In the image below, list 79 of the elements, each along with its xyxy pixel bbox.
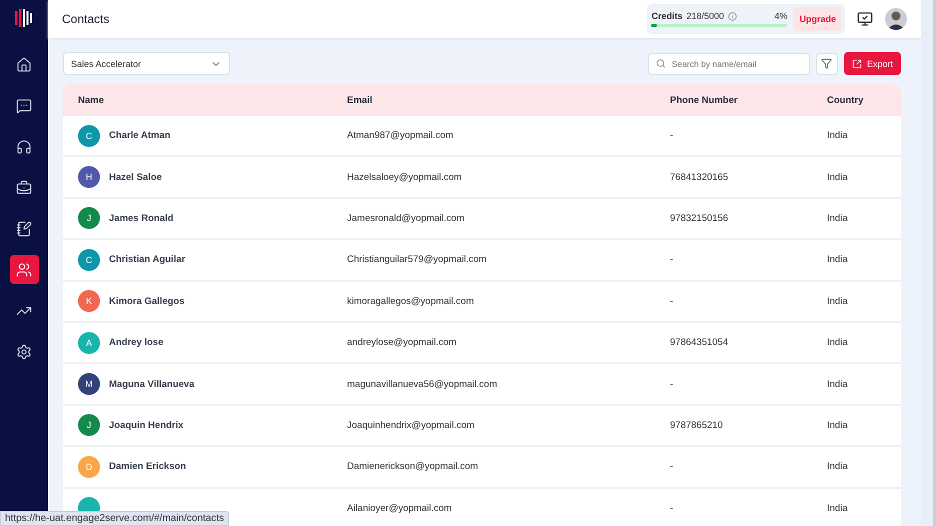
contact-row[interactable]: M Maguna Villanueva magunavillanueva56@yopmail.com - India [63,364,901,406]
email-cell-text: kimoragallegos@yopmail.com [347,296,475,307]
email-cell-text: Hazelsaloey@yopmail.com [347,172,463,183]
page-title: Contacts [62,12,110,26]
email-cell-text: andreylose@yopmail.com [347,337,458,348]
country-cell-text: India [827,420,849,431]
credits-count: 218/5000 [686,11,724,21]
contact-name: Andrey lose [109,337,164,348]
contact-row[interactable]: C Christian Aguilar Christianguilar579@yopmail.com - India [63,240,901,282]
country-cell-text: India [827,212,849,224]
contact-row[interactable]: D Damien Erickson Damienerickson@yopmail.com - India [63,447,901,489]
country-cell-text: India [827,130,849,142]
export-button[interactable]: Export [844,52,901,75]
search-field[interactable]: Search by name/email [648,52,810,74]
phone-cell-text: 76841320165 [670,172,730,183]
column-header: Phone Number [670,94,739,106]
contact-row[interactable]: H Hazel Saloe Hazelsaloey@yopmail.com 76841320165 India [63,157,901,199]
country-cell-text: India [827,172,849,183]
country-cell-text: India [827,296,849,307]
country-cell-text: India [827,254,849,266]
contact-avatar: J [78,207,100,230]
phone-cell-text: - [670,130,674,142]
email-cell-text: Jamesronald@yopmail.com [347,212,466,224]
email-cell-text: Atman987@yopmail.com [347,130,454,142]
country-cell-text: India [827,502,849,514]
contact-avatar: J [78,414,100,436]
upgrade-button[interactable]: Upgrade [793,7,842,31]
phone-cell-text: 97864351054 [670,337,730,348]
contact-avatar: M [78,373,100,396]
phone-cell-text: - [670,378,674,390]
contact-avatar: A [78,332,100,354]
contact-avatar: K [78,290,100,312]
users-icon[interactable] [10,255,38,284]
country-cell-text: India [827,461,849,472]
phone-cell-text: - [670,502,674,514]
phone-cell-text: - [670,254,674,266]
list-dropdown[interactable]: Sales Accelerator [63,52,230,75]
scrollbar[interactable] [933,0,936,526]
phone-cell-text: - [670,296,674,307]
filter-button[interactable] [816,52,838,74]
phone-cell-text: 9787865210 [670,420,724,431]
contact-row[interactable]: C Charle Atman Atman987@yopmail.com - India [63,116,901,158]
email-cell-text: Christianguilar579@yopmail.com [347,254,488,266]
contact-name: Christian Aguilar [109,254,186,266]
email-cell-text: Ailanioyer@yopmail.com [347,502,453,514]
contact-name: Joaquin Hendrix [109,420,184,431]
info-icon[interactable] [728,12,738,20]
contact-row[interactable]: J Joaquin Hendrix Joaquinhendrix@yopmail.com 9787865210 India [63,406,901,448]
credits-percent: 4% [774,11,788,21]
column-header: Email [347,94,374,106]
country-cell-text: India [827,378,849,390]
column-header: Country [827,94,864,106]
contact-name: Hazel Saloe [109,172,162,183]
country-cell-text: India [827,337,849,348]
contact-avatar: D [78,456,100,478]
contact-avatar: C [78,124,100,147]
filter-icon [821,58,832,69]
phone-cell-text: 97832150156 [670,212,730,224]
email-cell-text: magunavillanueva56@yopmail.com [347,378,498,390]
logo-icon [15,8,33,28]
search-icon [656,58,666,69]
email-cell-text: Damienerickson@yopmail.com [347,461,480,472]
contact-row[interactable]: A Andrey lose andreylose@yopmail.com 97864351054 India [63,322,901,364]
credits-label: Credits [651,11,682,21]
contact-name: Charle Atman [109,130,170,142]
phone-cell-text: - [670,461,674,472]
contact-name: Maguna Villanueva [109,378,194,390]
contact-avatar: C [78,248,100,271]
contact-name: Damien Erickson [109,461,186,472]
contact-name: James Ronald [109,212,174,224]
contact-row[interactable]: K Kimora Gallegos kimoragallegos@yopmail.com - India [63,282,901,323]
contact-name: Kimora Gallegos [109,296,184,307]
export-icon [852,58,862,68]
url-tooltip: https://he-uat.engage2serve.com/#/main/contacts [0,511,230,526]
column-header: Name [78,94,105,106]
contact-avatar: H [78,166,100,188]
contact-row[interactable]: J James Ronald Jamesronald@yopmail.com 97832150156 India [63,198,901,240]
user-avatar[interactable] [885,8,907,30]
email-cell-text: Joaquinhendrix@yopmail.com [347,420,476,431]
